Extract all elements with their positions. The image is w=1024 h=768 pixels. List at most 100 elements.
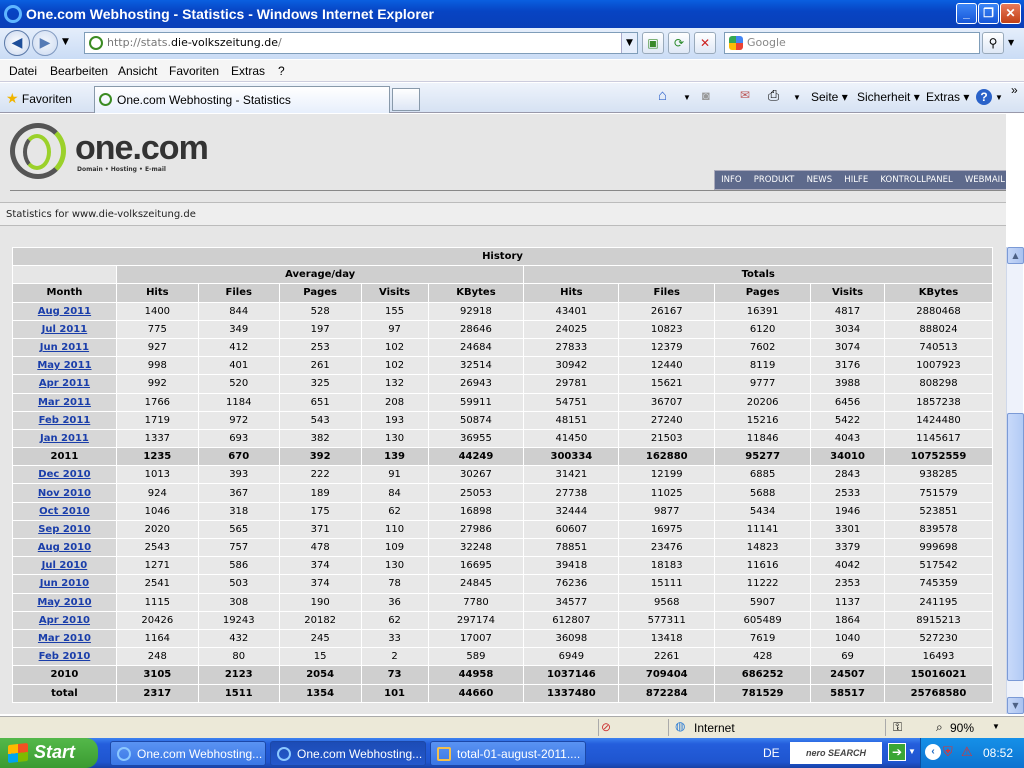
zoom-dropdown-icon[interactable]: ▼ <box>992 722 1000 731</box>
seite-menu[interactable]: Seite ▾ <box>811 90 848 104</box>
more-icon[interactable]: » <box>1011 83 1018 97</box>
language-indicator[interactable]: DE <box>763 746 780 760</box>
month-link[interactable]: Jul 2011 <box>12 319 117 339</box>
help-icon[interactable]: ? <box>976 89 992 105</box>
compatibility-icon[interactable]: ▣ <box>642 32 664 54</box>
menu-datei[interactable]: Datei <box>9 64 37 78</box>
nav-kontrollpanel[interactable]: KONTROLLPANEL <box>880 175 952 185</box>
month-link[interactable]: Oct 2010 <box>12 501 117 521</box>
month-link[interactable]: Apr 2011 <box>12 374 117 394</box>
table-cell: 24845 <box>427 574 525 594</box>
table-cell: 412 <box>197 337 280 358</box>
antivirus-icon[interactable]: ⚠ <box>961 744 973 760</box>
month-link[interactable]: Jun 2011 <box>12 337 117 358</box>
go-arrow-icon[interactable]: ➔ <box>888 743 906 761</box>
table-cell: 612807 <box>523 610 620 630</box>
minimize-button[interactable]: _ <box>956 3 977 24</box>
column-header: Files <box>197 283 280 303</box>
menu-ansicht[interactable]: Ansicht <box>118 64 157 78</box>
table-cell: 24684 <box>427 337 525 358</box>
menu-extras[interactable]: Extras <box>231 64 265 78</box>
table-cell: 110 <box>360 519 429 540</box>
month-link[interactable]: Jan 2011 <box>12 428 117 449</box>
month-link[interactable]: Apr 2010 <box>12 610 117 630</box>
nero-search-box[interactable]: nero SEARCH <box>790 742 882 764</box>
security-icon[interactable]: ⛨ <box>943 744 953 760</box>
table-cell: 16975 <box>618 519 716 540</box>
month-link[interactable]: Jul 2010 <box>12 556 117 576</box>
search-options-icon[interactable]: ▼ <box>1008 38 1014 47</box>
help-dropdown-icon[interactable]: ▼ <box>995 93 1003 102</box>
month-link[interactable]: Mar 2010 <box>12 628 117 649</box>
privacy-icon[interactable]: ⊘ <box>601 720 611 734</box>
table-cell: 6885 <box>714 465 812 485</box>
start-button[interactable]: Start <box>0 738 98 768</box>
menu-bearbeiten[interactable]: Bearbeiten <box>50 64 108 78</box>
favorites-label: Favoriten <box>21 92 72 106</box>
tab-page-icon <box>99 93 112 106</box>
table-cell: 1184 <box>197 392 280 412</box>
nav-hilfe[interactable]: HILFE <box>844 175 868 185</box>
month-link[interactable]: Aug 2011 <box>12 301 117 321</box>
sicherheit-menu[interactable]: Sicherheit ▾ <box>857 90 920 104</box>
one-com-logo[interactable] <box>10 123 66 179</box>
scroll-thumb[interactable] <box>1007 413 1024 681</box>
nav-webmail[interactable]: WEBMAIL <box>965 175 1005 185</box>
home-dropdown-icon[interactable]: ▼ <box>683 93 691 102</box>
protected-mode-icon[interactable]: ⚿ <box>893 720 902 735</box>
close-button[interactable]: ✕ <box>1000 3 1021 24</box>
table-cell: 84 <box>360 483 429 503</box>
month-link[interactable]: Feb 2010 <box>12 647 117 667</box>
clock[interactable]: 08:52 <box>983 746 1013 760</box>
tab-statistics[interactable]: One.com Webhosting - Statistics <box>94 86 390 113</box>
table-cell: 91 <box>360 465 429 485</box>
feeds-icon[interactable]: ◙ <box>702 88 710 103</box>
forward-button[interactable]: ▶ <box>32 30 58 56</box>
month-link[interactable]: Sep 2010 <box>12 519 117 540</box>
month-link[interactable]: Aug 2010 <box>12 537 117 558</box>
extras-menu[interactable]: Extras ▾ <box>926 90 969 104</box>
nav-produkt[interactable]: PRODUKT <box>754 175 795 185</box>
stop-icon[interactable]: ✕ <box>694 32 716 54</box>
month-link[interactable]: Mar 2011 <box>12 392 117 412</box>
table-cell: 1137 <box>810 592 886 612</box>
month-link[interactable]: May 2010 <box>12 592 117 612</box>
table-cell: 297174 <box>427 610 525 630</box>
month-link[interactable]: Feb 2011 <box>12 410 117 430</box>
table-cell: 543 <box>278 410 362 430</box>
print-dropdown-icon[interactable]: ▼ <box>793 93 801 102</box>
month-link[interactable]: Jun 2010 <box>12 574 117 594</box>
nav-news[interactable]: NEWS <box>807 175 833 185</box>
search-icon[interactable]: ⚲ <box>982 32 1004 54</box>
refresh-icon[interactable]: ⟳ <box>668 32 690 54</box>
mail-icon[interactable]: ✉ <box>740 88 750 102</box>
new-tab-button[interactable] <box>392 88 420 111</box>
taskbar-item-document[interactable]: total-01-august-2011.... <box>430 741 586 766</box>
taskbar-item-ie-2[interactable]: One.com Webhosting... <box>270 741 426 766</box>
home-icon[interactable]: ⌂ <box>658 87 667 104</box>
menu-favoriten[interactable]: Favoriten <box>169 64 219 78</box>
table-cell: 24025 <box>523 319 620 339</box>
scroll-down-icon[interactable]: ▼ <box>1007 697 1024 714</box>
menu-help[interactable]: ? <box>278 64 285 78</box>
history-dropdown-icon[interactable]: ▼ <box>62 37 69 47</box>
restore-button[interactable]: ❐ <box>978 3 999 24</box>
table-cell: 2054 <box>278 665 362 685</box>
nero-dropdown-icon[interactable]: ▼ <box>908 747 916 756</box>
month-link[interactable]: Dec 2010 <box>12 465 117 485</box>
address-dropdown-icon[interactable]: ▼ <box>621 33 637 53</box>
month-link[interactable]: Nov 2010 <box>12 483 117 503</box>
back-button[interactable]: ◀ <box>4 30 30 56</box>
month-link[interactable]: May 2011 <box>12 356 117 376</box>
address-field[interactable]: http://stats.die-volkszeitung.de/ ▼ <box>84 32 638 54</box>
search-input[interactable]: Google <box>724 32 980 54</box>
vertical-scrollbar[interactable]: ▲ ▼ <box>1006 247 1024 714</box>
print-icon[interactable]: ⎙ <box>768 87 779 104</box>
scroll-up-icon[interactable]: ▲ <box>1007 247 1024 264</box>
favorites-button[interactable]: ★ Favoriten <box>6 90 72 107</box>
taskbar-item-ie-1[interactable]: One.com Webhosting... <box>110 741 266 766</box>
zoom-level[interactable]: 90% <box>950 721 974 735</box>
table-cell: 197 <box>278 319 362 339</box>
nav-info[interactable]: INFO <box>721 175 741 185</box>
tray-expand-icon[interactable]: ‹ <box>925 744 941 760</box>
